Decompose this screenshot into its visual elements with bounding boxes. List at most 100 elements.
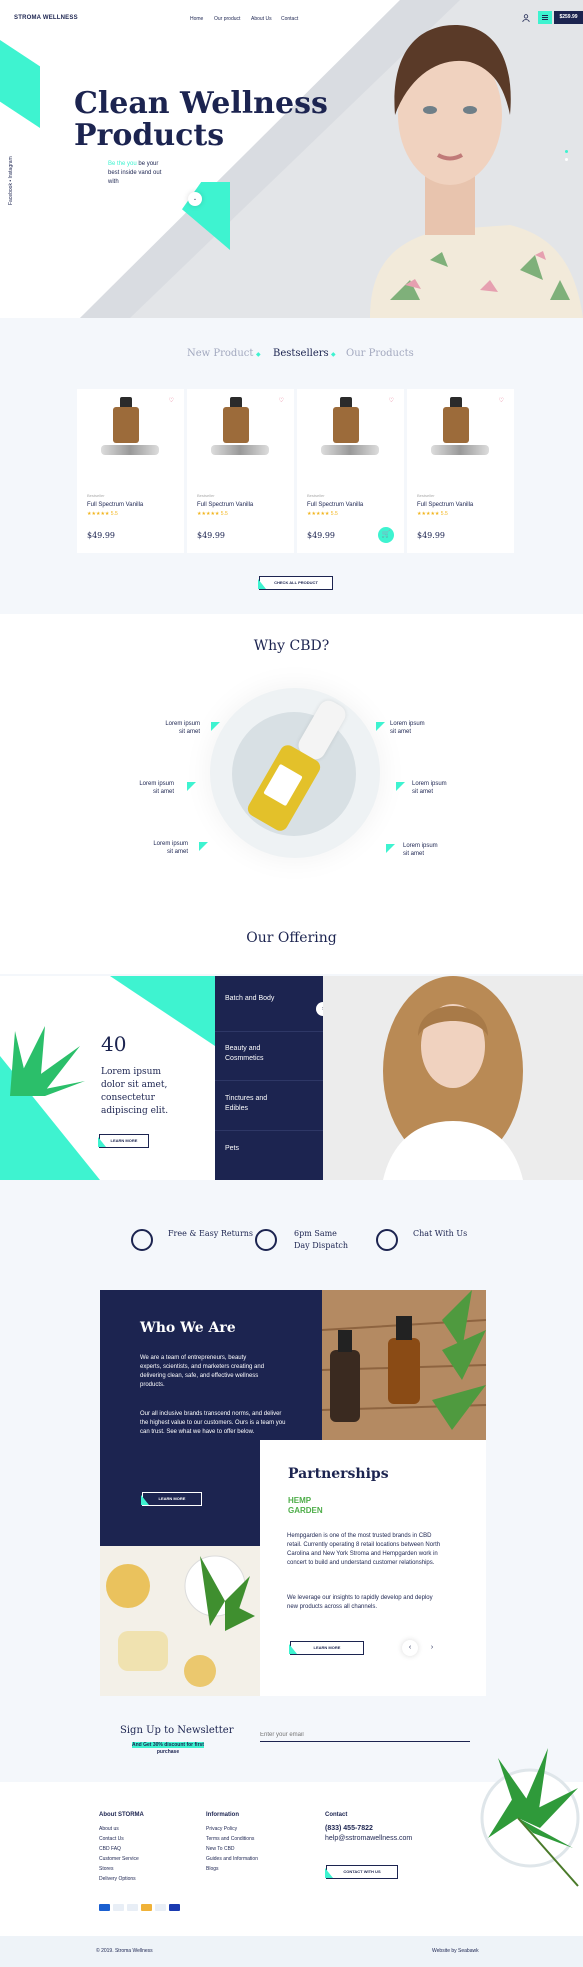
footer-about-column: About STORMA About us Contact Us CBD FAQ…	[99, 1812, 144, 1884]
chevron-down-icon: ⌄	[192, 196, 198, 202]
footer-link[interactable]: Stores	[99, 1864, 144, 1874]
cart-icon: 🛒	[381, 531, 391, 538]
clock-icon	[255, 1229, 277, 1251]
product-price: $49.99	[197, 531, 225, 540]
add-to-cart-button[interactable]: 🛒	[378, 527, 394, 543]
footer-email[interactable]: help@sstromawellness.com	[325, 1834, 412, 1844]
footer-link[interactable]: New To CBD	[206, 1844, 258, 1854]
amex-icon	[99, 1904, 110, 1911]
heart-icon[interactable]: ♡	[389, 397, 394, 404]
who-learn-more-button[interactable]: LEARN MORE	[142, 1492, 202, 1506]
product-image	[113, 407, 139, 443]
footer-link[interactable]: Terms and Conditions	[206, 1834, 258, 1844]
footer-link[interactable]: About us	[99, 1824, 144, 1834]
heart-icon[interactable]: ♡	[169, 397, 174, 404]
nav-about-us[interactable]: About Us	[251, 16, 272, 22]
footer-phone[interactable]: (833) 455-7822	[325, 1824, 412, 1834]
product-card[interactable]: ♡ Bestseller Full Spectrum Vanilla ★★★★★…	[77, 389, 184, 553]
product-rating: ★★★★★ 5.5	[417, 511, 448, 517]
menu-icon	[542, 15, 548, 20]
cbd-point: Lorem ipsum sit amet	[403, 843, 438, 857]
hero-title: Clean Wellness Products	[74, 86, 328, 153]
footer-link[interactable]: Privacy Policy	[206, 1824, 258, 1834]
cannabis-leaf-decoration	[480, 1748, 580, 1887]
tab-divider-icon: ◆	[256, 351, 261, 358]
tab-our-products[interactable]: Our Products	[346, 348, 414, 359]
product-price: $49.99	[87, 531, 115, 540]
footer-link[interactable]: Guides and Information	[206, 1854, 258, 1864]
footer-link[interactable]: Blogs	[206, 1864, 258, 1874]
prev-arrow-icon[interactable]: ‹	[402, 1640, 418, 1656]
product-rating: ★★★★★ 5.5	[307, 511, 338, 517]
product-rating: ★★★★★ 5.5	[87, 511, 118, 517]
nav-our-product[interactable]: Our product	[214, 16, 240, 22]
site-credit[interactable]: Website by Seabawk	[432, 1948, 479, 1954]
partnerships-learn-more-button[interactable]: LEARN MORE	[290, 1641, 364, 1655]
check-all-product-button[interactable]: CHECK ALL PRODUCT	[259, 576, 333, 590]
nav-home[interactable]: Home	[190, 16, 203, 22]
tab-new-product[interactable]: New Product	[187, 348, 253, 359]
product-name[interactable]: Full Spectrum Vanilla	[417, 502, 473, 508]
cbd-point: Lorem ipsum sit amet	[390, 721, 425, 735]
product-price: $49.99	[307, 531, 335, 540]
category-batch-and-body[interactable]: Batch and Body	[225, 994, 285, 1004]
social-links[interactable]: Facebook • Instagram	[8, 156, 14, 205]
why-cbd-title: Why CBD?	[253, 638, 330, 654]
partnerships-paragraph: We leverage our insights to rapidly deve…	[287, 1595, 433, 1610]
newsletter-email-input[interactable]	[260, 1728, 470, 1742]
newsletter-promo: And Get 30% discount for first purchase	[132, 1742, 204, 1756]
user-icon[interactable]	[522, 14, 530, 22]
tab-bestsellers[interactable]: Bestsellers	[273, 348, 329, 359]
category-tinctures[interactable]: Tinctures and Edibles	[225, 1094, 285, 1114]
offering-learn-more-button[interactable]: LEARN MORE	[99, 1134, 149, 1148]
feature-chat[interactable]: Chat With Us	[413, 1228, 467, 1240]
footer-link[interactable]: Delivery Options	[99, 1874, 144, 1884]
footer-info-column: Information Privacy Policy Terms and Con…	[206, 1812, 258, 1874]
heart-icon[interactable]: ♡	[499, 397, 504, 404]
who-paragraph: We are a team of entrepreneurs, beauty e…	[140, 1355, 265, 1388]
cart-total-button[interactable]: $259.99	[554, 11, 583, 24]
footer-contact-column: Contact (833) 455-7822 help@sstromawelln…	[325, 1812, 413, 1844]
heart-icon[interactable]: ♡	[279, 397, 284, 404]
product-name[interactable]: Full Spectrum Vanilla	[197, 502, 253, 508]
hero-subtitle: Be the you be your best inside vand out …	[108, 161, 162, 185]
footer-link[interactable]: Customer Service	[99, 1854, 144, 1864]
hempgarden-logo: HEMP GARDEN	[288, 1496, 323, 1515]
product-card[interactable]: ♡ Bestseller Full Spectrum Vanilla ★★★★★…	[187, 389, 294, 553]
brand-logo[interactable]: STROMA WELLNESS	[14, 15, 78, 21]
product-rating: ★★★★★ 5.5	[197, 511, 228, 517]
menu-button[interactable]	[538, 11, 552, 24]
cbd-point: Lorem ipsum sit amet	[139, 781, 174, 795]
product-name[interactable]: Full Spectrum Vanilla	[87, 502, 143, 508]
tab-divider-icon: ◆	[331, 351, 336, 358]
oil-bottles-photo	[322, 1290, 486, 1440]
contact-with-us-button[interactable]: CONTACT WITH US	[326, 1865, 398, 1879]
product-card[interactable]: ♡ Bestseller Full Spectrum Vanilla ★★★★★…	[297, 389, 404, 553]
offering-categories: Batch and Body Beauty and Cosmmetics Tin…	[215, 976, 330, 1180]
applepay-icon	[113, 1904, 124, 1911]
mastercard-icon	[141, 1904, 152, 1911]
slider-dot[interactable]	[565, 158, 568, 161]
footer-bottom-bar: © 2019. Stroma Wellness Website by Seaba…	[0, 1936, 583, 1967]
next-arrow-icon[interactable]: ›	[424, 1640, 440, 1656]
copyright: © 2019. Stroma Wellness	[96, 1948, 153, 1954]
product-image	[333, 407, 359, 443]
footer-link[interactable]: Contact Us	[99, 1834, 144, 1844]
accent-shape	[0, 40, 40, 128]
visa-icon	[169, 1904, 180, 1911]
category-beauty[interactable]: Beauty and Cosmmetics	[225, 1044, 295, 1064]
feature-returns: Free & Easy Returns	[168, 1229, 254, 1238]
category-pets[interactable]: Pets	[225, 1144, 239, 1154]
product-card[interactable]: ♡ Bestseller Full Spectrum Vanilla ★★★★★…	[407, 389, 514, 553]
slider-dot[interactable]	[565, 150, 568, 153]
scroll-down-button[interactable]: ⌄	[188, 192, 202, 206]
cbd-point: Lorem ipsum sit amet	[153, 841, 188, 855]
product-name[interactable]: Full Spectrum Vanilla	[307, 502, 363, 508]
offering-text: Lorem ipsum dolor sit amet, consectetur …	[101, 1067, 169, 1116]
nav-contact[interactable]: Contact	[281, 16, 298, 22]
offering-number: 40	[101, 1032, 127, 1056]
partnerships-paragraph: Hempgarden is one of the most trusted br…	[287, 1533, 441, 1566]
cannabis-leaf-image	[10, 1026, 85, 1096]
offering-model-photo	[323, 976, 583, 1180]
footer-link[interactable]: CBD FAQ	[99, 1844, 144, 1854]
